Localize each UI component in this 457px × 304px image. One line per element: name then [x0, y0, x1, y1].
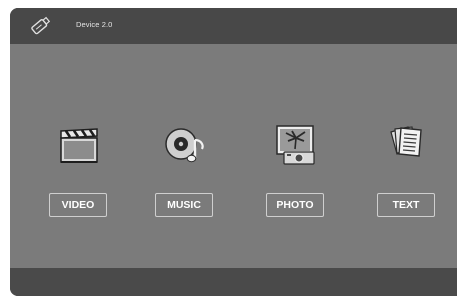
- photo-camera-icon: [276, 125, 315, 165]
- document-icon: [390, 126, 422, 157]
- header-bar: Device 2.0: [10, 8, 457, 44]
- music-disc-icon: [165, 128, 204, 163]
- video-button[interactable]: VIDEO: [49, 193, 107, 217]
- music-button[interactable]: MUSIC: [155, 193, 213, 217]
- menu-item-music[interactable]: MUSIC: [155, 44, 215, 268]
- clapperboard-icon: [60, 128, 98, 163]
- usb-drive-icon: [31, 16, 51, 35]
- photo-button[interactable]: PHOTO: [266, 193, 324, 217]
- footer-bar: [10, 268, 457, 296]
- media-menu: VIDEO MUSIC PHOTO TEXT: [10, 44, 457, 268]
- menu-item-photo[interactable]: PHOTO: [266, 44, 326, 268]
- text-button[interactable]: TEXT: [377, 193, 435, 217]
- device-title: Device 2.0: [76, 20, 113, 29]
- media-player-screen: Device 2.0 VIDEO MUSIC PHOTO TEXT: [10, 8, 457, 296]
- menu-item-text[interactable]: TEXT: [377, 44, 437, 268]
- menu-item-video[interactable]: VIDEO: [49, 44, 109, 268]
